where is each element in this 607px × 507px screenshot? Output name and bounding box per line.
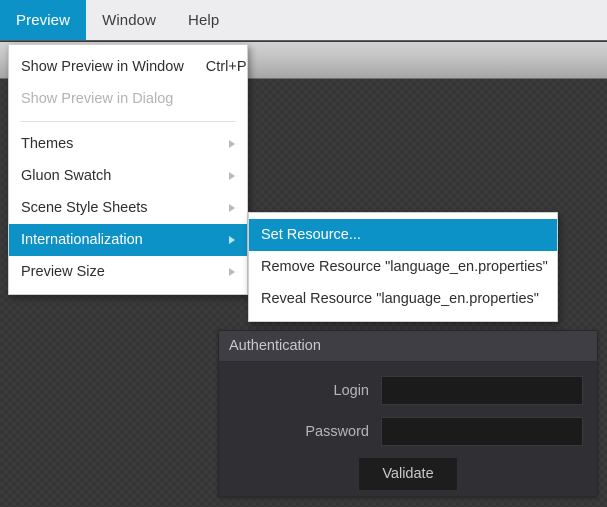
submenu-item-remove-resource-label: Remove Resource "language_en.properties" bbox=[261, 259, 548, 275]
login-row: Login bbox=[233, 376, 583, 405]
menu-item-themes-label: Themes bbox=[21, 136, 74, 152]
menu-item-scene-style-sheets[interactable]: Scene Style Sheets bbox=[9, 192, 247, 224]
menu-item-show-preview-in-window-accelerator: Ctrl+P bbox=[205, 59, 247, 75]
menubar-item-preview[interactable]: Preview bbox=[0, 0, 87, 40]
submenu-item-reveal-resource-label: Reveal Resource "language_en.properties" bbox=[261, 291, 539, 307]
menu-item-scene-style-sheets-label: Scene Style Sheets bbox=[21, 200, 148, 216]
authentication-title: Authentication bbox=[229, 338, 321, 354]
menu-bar: Preview Window Help bbox=[0, 0, 607, 41]
menu-item-show-preview-in-dialog-label: Show Preview in Dialog bbox=[21, 91, 174, 107]
menu-item-preview-size-label: Preview Size bbox=[21, 264, 105, 280]
internationalization-submenu: Set Resource... Remove Resource "languag… bbox=[248, 212, 558, 322]
chevron-right-icon bbox=[229, 204, 235, 212]
submenu-item-set-resource-label: Set Resource... bbox=[261, 227, 361, 243]
validate-button[interactable]: Validate bbox=[359, 458, 457, 490]
chevron-right-icon bbox=[229, 172, 235, 180]
menubar-item-window[interactable]: Window bbox=[86, 0, 172, 40]
chevron-right-icon bbox=[229, 140, 235, 148]
preview-dropdown-menu: Show Preview in Window Ctrl+P Show Previ… bbox=[8, 44, 248, 295]
menubar-item-help-label: Help bbox=[188, 11, 220, 29]
menubar-item-help[interactable]: Help bbox=[172, 0, 235, 40]
password-input[interactable] bbox=[381, 417, 583, 446]
menu-item-preview-size[interactable]: Preview Size bbox=[9, 256, 247, 288]
authentication-panel: Authentication Login Password Validate bbox=[218, 330, 598, 497]
chevron-right-icon bbox=[229, 268, 235, 276]
password-label: Password bbox=[305, 423, 369, 440]
submenu-item-set-resource[interactable]: Set Resource... bbox=[249, 219, 557, 251]
password-row: Password bbox=[233, 417, 583, 446]
menu-item-show-preview-in-window-label: Show Preview in Window bbox=[21, 59, 184, 75]
menu-item-gluon-swatch-label: Gluon Swatch bbox=[21, 168, 112, 184]
validate-row: Validate bbox=[233, 458, 583, 490]
menu-item-internationalization[interactable]: Internationalization bbox=[9, 224, 247, 256]
menu-item-internationalization-label: Internationalization bbox=[21, 232, 143, 248]
login-label: Login bbox=[333, 382, 369, 399]
login-input[interactable] bbox=[381, 376, 583, 405]
menu-item-gluon-swatch[interactable]: Gluon Swatch bbox=[9, 160, 247, 192]
authentication-titlebar: Authentication bbox=[219, 331, 597, 362]
authentication-form: Login Password Validate bbox=[219, 362, 597, 500]
submenu-item-remove-resource[interactable]: Remove Resource "language_en.properties" bbox=[249, 251, 557, 283]
submenu-item-reveal-resource[interactable]: Reveal Resource "language_en.properties" bbox=[249, 283, 557, 315]
menubar-item-preview-label: Preview bbox=[16, 11, 71, 29]
menu-item-themes[interactable]: Themes bbox=[9, 128, 247, 160]
chevron-right-icon bbox=[229, 236, 235, 244]
menubar-item-window-label: Window bbox=[102, 11, 157, 29]
menu-item-show-preview-in-window[interactable]: Show Preview in Window Ctrl+P bbox=[9, 51, 247, 83]
menu-item-show-preview-in-dialog: Show Preview in Dialog bbox=[9, 83, 247, 115]
menu-separator bbox=[21, 121, 235, 122]
